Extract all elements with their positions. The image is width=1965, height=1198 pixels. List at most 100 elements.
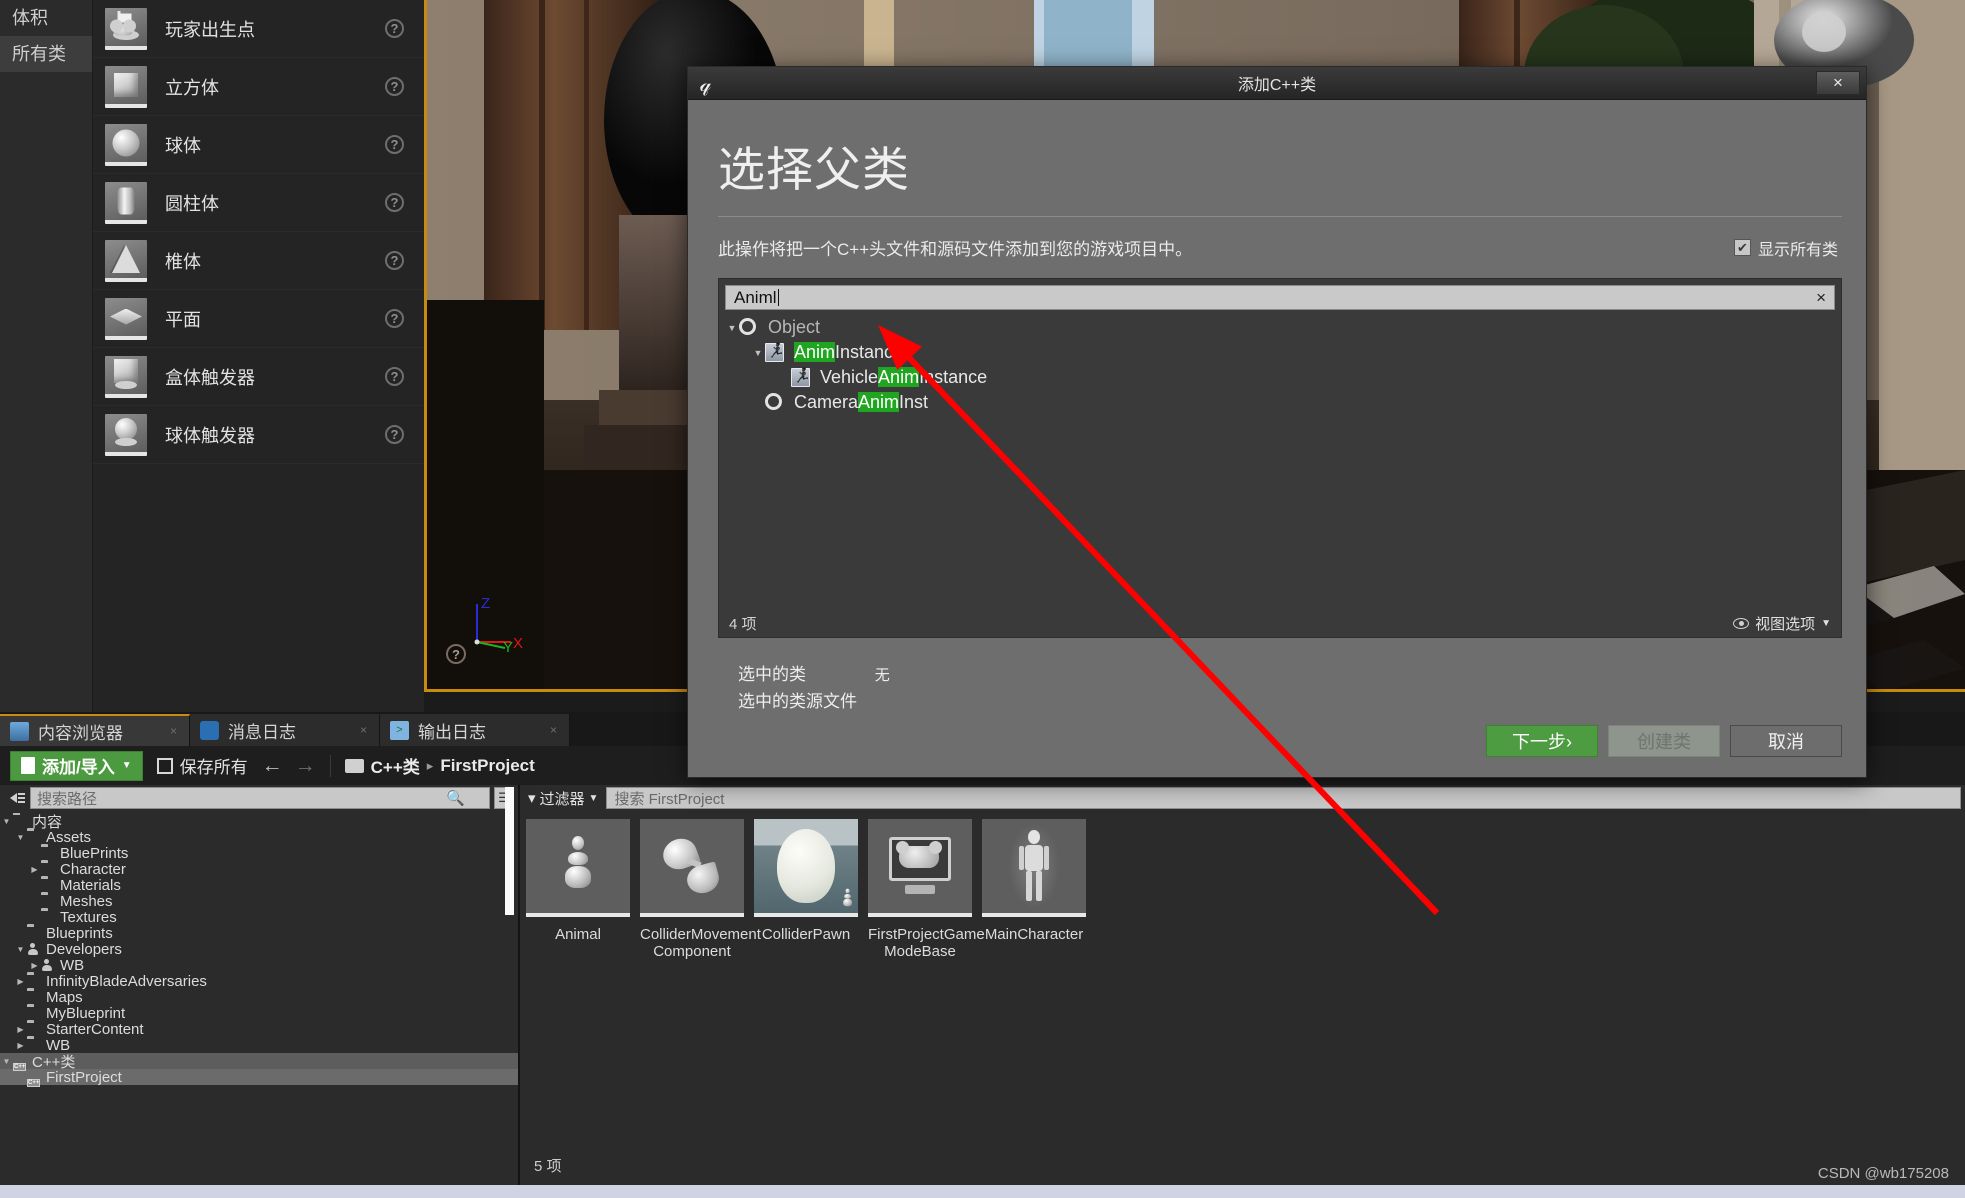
- place-item-plane[interactable]: 平面 ?: [93, 290, 424, 348]
- chevron-down-icon[interactable]: ▼: [751, 348, 765, 358]
- tab-content-browser[interactable]: 内容浏览器 ×: [0, 714, 190, 746]
- show-all-classes-checkbox[interactable]: ✔ 显示所有类: [1733, 236, 1838, 260]
- folder-tree-row[interactable]: ▼ Assets: [0, 829, 518, 846]
- back-arrow-icon[interactable]: ←: [262, 754, 283, 778]
- help-icon[interactable]: ?: [385, 19, 404, 38]
- asset-tile[interactable]: FirstProjectGame ModeBase: [868, 819, 985, 960]
- chevron-right-icon[interactable]: ▶: [28, 865, 41, 874]
- chevron-right-icon[interactable]: ▶: [14, 1025, 27, 1034]
- asset-search-input[interactable]: 搜索 FirstProject: [606, 787, 1961, 809]
- dialog-button-row: 下一步› 创建类 取消: [1486, 725, 1842, 757]
- clear-search-icon[interactable]: ×: [1816, 288, 1826, 308]
- character-mannequin-icon: [1017, 830, 1051, 902]
- checkbox-check-icon: ✔: [1733, 239, 1751, 256]
- class-tree-row-animinstance[interactable]: ▼ AnimInstance: [725, 340, 1835, 365]
- text-cursor: [777, 289, 779, 306]
- folder-label: Blueprints: [46, 924, 113, 942]
- breadcrumb-item-firstproject[interactable]: FirstProject: [440, 756, 534, 776]
- folder-tree-row[interactable]: Blueprints: [0, 924, 518, 942]
- class-tree-row-object[interactable]: ▼ Object: [725, 315, 1835, 340]
- close-icon[interactable]: ×: [1816, 71, 1860, 95]
- place-category-all-classes[interactable]: 所有类: [0, 36, 92, 72]
- help-icon[interactable]: ?: [385, 309, 404, 328]
- asset-tile[interactable]: Animal: [526, 819, 630, 960]
- asset-tile[interactable]: MainCharacter: [982, 819, 1086, 960]
- asset-thumbnail: [868, 819, 972, 917]
- folder-tree-row[interactable]: ▶ InfinityBladeAdversaries: [0, 973, 518, 990]
- tab-close-icon[interactable]: ×: [156, 724, 177, 738]
- folder-label: Materials: [60, 876, 121, 894]
- place-item-box-trigger[interactable]: 盒体触发器 ?: [93, 348, 424, 406]
- add-import-button[interactable]: 添加/导入 ▼: [10, 750, 143, 781]
- folder-tree-row[interactable]: MyBlueprint: [0, 1005, 518, 1022]
- tab-close-icon[interactable]: ×: [346, 723, 367, 737]
- eye-icon: [1733, 617, 1750, 629]
- chevron-right-icon[interactable]: ▶: [28, 961, 41, 970]
- chevron-right-icon[interactable]: ▶: [14, 1041, 27, 1050]
- tab-message-log[interactable]: 消息日志 ×: [190, 714, 380, 746]
- next-button[interactable]: 下一步›: [1486, 725, 1598, 757]
- save-all-button[interactable]: 保存所有: [156, 753, 248, 778]
- chevron-down-icon[interactable]: ▼: [0, 1057, 13, 1066]
- filter-button[interactable]: ▾ 过滤器 ▼: [524, 788, 606, 809]
- folder-tree-row[interactable]: Textures: [0, 909, 518, 926]
- breadcrumb-item-cpp-classes[interactable]: C++类: [371, 753, 420, 778]
- place-item-cube[interactable]: 立方体 ?: [93, 58, 424, 116]
- place-item-sphere-trigger[interactable]: 球体触发器 ?: [93, 406, 424, 464]
- asset-thumbnail: [640, 819, 744, 917]
- svg-text:Z: Z: [481, 595, 490, 612]
- folder-tree-row[interactable]: Materials: [0, 876, 518, 894]
- folder-tree-row[interactable]: C++ FirstProject: [0, 1069, 518, 1087]
- help-icon[interactable]: ?: [385, 193, 404, 212]
- folder-tree-row[interactable]: BluePrints: [0, 845, 518, 862]
- sphere-trigger-icon: [105, 413, 147, 456]
- cube-icon: [105, 65, 147, 108]
- forward-arrow-icon[interactable]: →: [295, 754, 316, 778]
- asset-tile[interactable]: ColliderMovement Component: [640, 819, 761, 960]
- view-options-button[interactable]: 视图选项 ▼: [1733, 613, 1831, 634]
- help-icon[interactable]: ?: [385, 135, 404, 154]
- help-icon[interactable]: ?: [385, 425, 404, 444]
- folder-tree-row[interactable]: Meshes: [0, 893, 518, 910]
- place-item-player-start[interactable]: 玩家出生点 ?: [93, 0, 424, 58]
- dialog-titlebar[interactable]: 𝓆 添加C++类 ×: [688, 67, 1866, 100]
- folder-tree-row[interactable]: ▶ StarterContent: [0, 1021, 518, 1038]
- folder-icon: [41, 895, 56, 907]
- place-item-cone[interactable]: 椎体 ?: [93, 232, 424, 290]
- chevron-down-icon[interactable]: ▼: [0, 817, 13, 826]
- asset-name: Animal: [555, 926, 601, 943]
- tab-close-icon[interactable]: ×: [536, 723, 557, 737]
- folder-icon: [27, 927, 42, 939]
- chevron-right-icon[interactable]: ▶: [14, 977, 27, 986]
- place-category-volumes[interactable]: 体积: [0, 0, 92, 36]
- folder-icon: [27, 831, 42, 843]
- tab-output-log[interactable]: > 输出日志 ×: [380, 714, 570, 746]
- chevron-down-icon[interactable]: ▼: [725, 323, 739, 333]
- folder-tree-row[interactable]: ▶ Character: [0, 861, 518, 878]
- help-icon[interactable]: ?: [385, 367, 404, 386]
- class-search-input[interactable]: Animl ×: [725, 285, 1835, 310]
- help-icon[interactable]: ?: [385, 77, 404, 96]
- folder-tree-scrollbar[interactable]: [505, 787, 514, 915]
- place-item-sphere[interactable]: 球体 ?: [93, 116, 424, 174]
- help-icon[interactable]: ?: [385, 251, 404, 270]
- chevron-down-icon[interactable]: ▼: [14, 833, 27, 842]
- class-tree-row-cameraaniminst[interactable]: CameraAnimInst: [725, 390, 1835, 415]
- collapse-tree-icon[interactable]: [4, 787, 26, 809]
- folder-icon: [41, 879, 56, 891]
- path-search-input[interactable]: 搜索路径 🔍: [30, 787, 490, 809]
- folder-tree-row[interactable]: ▼ Developers: [0, 941, 518, 958]
- place-item-cylinder[interactable]: 圆柱体 ?: [93, 174, 424, 232]
- folder-tree-row[interactable]: ▼ C++ C++类: [0, 1053, 518, 1071]
- viewport-help-icon[interactable]: ?: [446, 644, 466, 664]
- cancel-button[interactable]: 取消: [1730, 725, 1842, 757]
- class-tree-row-vehicleanimistance[interactable]: VehicleAnimInstance: [725, 365, 1835, 390]
- folder-tree-row[interactable]: ▶ WB: [0, 957, 518, 974]
- chevron-down-icon[interactable]: ▼: [14, 945, 27, 954]
- asset-filter-bar: ▾ 过滤器 ▼ 搜索 FirstProject: [520, 785, 1965, 811]
- folder-tree-row[interactable]: Maps: [0, 989, 518, 1006]
- asset-tile[interactable]: ColliderPawn: [754, 819, 858, 960]
- folder-tree-row[interactable]: ▼ 内容: [0, 813, 518, 831]
- folder-tree-row[interactable]: ▶ WB: [0, 1037, 518, 1054]
- place-item-label: 盒体触发器: [165, 367, 255, 388]
